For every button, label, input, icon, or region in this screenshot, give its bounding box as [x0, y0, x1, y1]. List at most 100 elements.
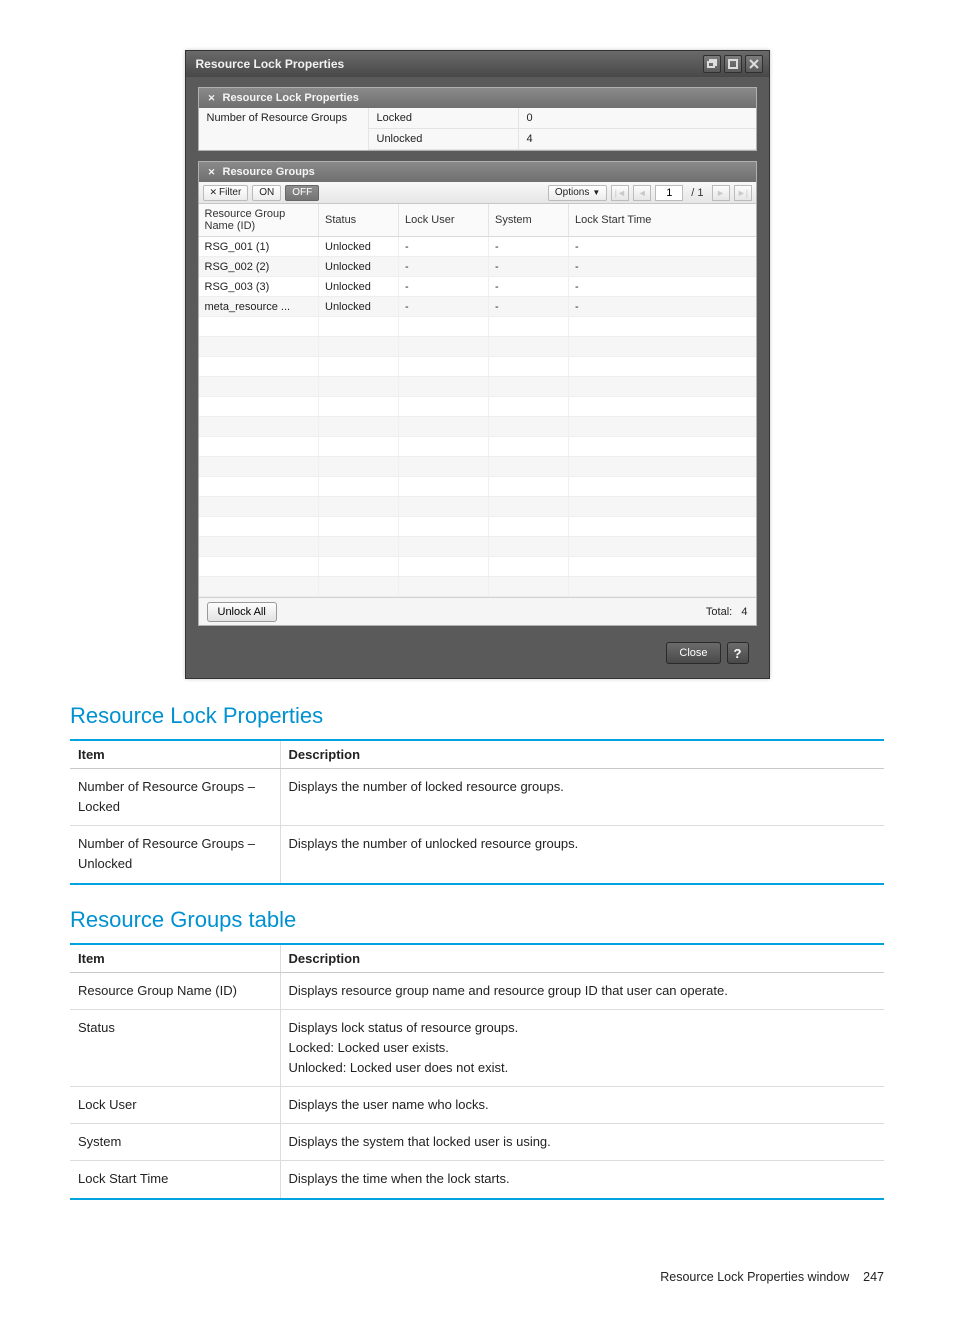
table-row[interactable]: RSG_001 (1)Unlocked--- — [199, 237, 756, 257]
page-next-button[interactable]: ► — [712, 185, 730, 201]
doc-row: SystemDisplays the system that locked us… — [70, 1124, 884, 1161]
filter-on-button[interactable]: ON — [252, 185, 281, 201]
window-body: ✕ Resource Lock Properties Number of Res… — [186, 77, 769, 678]
doc-desc: Displays the number of locked resource g… — [280, 769, 884, 826]
cell: RSG_001 (1) — [199, 237, 319, 257]
table-row-empty — [199, 397, 756, 417]
cell: - — [489, 237, 569, 257]
total-label: Total: — [706, 606, 732, 618]
cell: RSG_003 (3) — [199, 277, 319, 297]
doc-desc: Displays the time when the lock starts. — [280, 1161, 884, 1199]
cell: - — [399, 257, 489, 277]
page-first-button[interactable]: |◄ — [611, 185, 629, 201]
table-row[interactable]: RSG_003 (3)Unlocked--- — [199, 277, 756, 297]
cell — [199, 577, 319, 597]
cell — [569, 537, 756, 557]
doc-row: Lock UserDisplays the user name who lock… — [70, 1087, 884, 1124]
options-button[interactable]: Options ▼ — [548, 185, 607, 201]
cell — [399, 397, 489, 417]
cell — [489, 557, 569, 577]
locked-label: Locked — [369, 108, 519, 129]
cell — [489, 357, 569, 377]
col-system[interactable]: System — [489, 204, 569, 237]
col-resource-group-name[interactable]: Resource Group Name (ID) — [199, 204, 319, 237]
panel-header[interactable]: ✕ Resource Groups — [199, 162, 756, 182]
collapse-icon: ✕ — [205, 165, 219, 179]
cell: - — [569, 277, 756, 297]
cell — [399, 497, 489, 517]
chevron-down-icon: ▼ — [592, 188, 600, 197]
window-maximize-button[interactable] — [724, 55, 742, 73]
doc-item: Lock Start Time — [70, 1161, 280, 1199]
resource-groups-table: Resource Group Name (ID) Status Lock Use… — [199, 204, 756, 597]
col-lock-start-time[interactable]: Lock Start Time — [569, 204, 756, 237]
panel-title: Resource Groups — [223, 166, 315, 178]
cell: - — [399, 237, 489, 257]
table-row[interactable]: meta_resource ...Unlocked--- — [199, 297, 756, 317]
cell — [199, 457, 319, 477]
cell — [199, 517, 319, 537]
doc-row: StatusDisplays lock status of resource g… — [70, 1009, 884, 1086]
doc-col-item: Item — [70, 740, 280, 769]
footer-text: Resource Lock Properties window — [660, 1270, 849, 1284]
cell — [319, 377, 399, 397]
close-button[interactable]: Close — [666, 642, 720, 664]
cell — [199, 317, 319, 337]
cell: - — [569, 297, 756, 317]
unlocked-label: Unlocked — [369, 129, 519, 150]
doc-table-1: Item Description Number of Resource Grou… — [70, 739, 884, 885]
cell — [569, 497, 756, 517]
table-row-empty — [199, 417, 756, 437]
filter-off-button[interactable]: OFF — [285, 185, 319, 201]
doc-row: Number of Resource Groups – UnlockedDisp… — [70, 826, 884, 884]
cell — [399, 337, 489, 357]
cell — [399, 317, 489, 337]
doc-row: Resource Group Name (ID)Displays resourc… — [70, 972, 884, 1009]
cell — [489, 537, 569, 557]
window-restore-button[interactable] — [703, 55, 721, 73]
cell — [489, 397, 569, 417]
cell — [319, 577, 399, 597]
col-status[interactable]: Status — [319, 204, 399, 237]
cell — [319, 337, 399, 357]
cell — [569, 517, 756, 537]
cell — [319, 317, 399, 337]
titlebar: Resource Lock Properties — [186, 51, 769, 77]
table-row-empty — [199, 317, 756, 337]
unlock-all-button[interactable]: Unlock All — [207, 602, 277, 622]
collapse-icon: ✕ — [205, 91, 219, 105]
page-total: / 1 — [687, 187, 707, 199]
table-row-empty — [199, 517, 756, 537]
cell: - — [569, 257, 756, 277]
window-title: Resource Lock Properties — [196, 57, 345, 71]
cell — [399, 417, 489, 437]
cell — [199, 417, 319, 437]
page-last-button[interactable]: ►| — [734, 185, 752, 201]
cell — [399, 437, 489, 457]
page-sep: / — [691, 187, 694, 199]
cell — [199, 337, 319, 357]
doc-heading-2: Resource Groups table — [70, 907, 884, 933]
cell — [569, 437, 756, 457]
resource-lock-window: Resource Lock Properties ✕ Resource Lock… — [185, 50, 770, 679]
cell — [489, 437, 569, 457]
cell — [199, 497, 319, 517]
page-input[interactable] — [655, 185, 683, 201]
doc-desc: Displays the system that locked user is … — [280, 1124, 884, 1161]
col-lock-user[interactable]: Lock User — [399, 204, 489, 237]
cell — [489, 517, 569, 537]
cell — [199, 437, 319, 457]
filter-button[interactable]: ✕ Filter — [203, 185, 249, 201]
panel-header[interactable]: ✕ Resource Lock Properties — [199, 88, 756, 108]
page-prev-button[interactable]: ◄ — [633, 185, 651, 201]
cell: - — [569, 237, 756, 257]
cell: - — [399, 277, 489, 297]
info-label: Number of Resource Groups — [199, 108, 369, 150]
page-number: 247 — [863, 1270, 884, 1284]
window-close-button[interactable] — [745, 55, 763, 73]
cell — [319, 537, 399, 557]
help-button[interactable]: ? — [727, 642, 749, 664]
table-row-empty — [199, 497, 756, 517]
doc-col-item: Item — [70, 944, 280, 973]
table-row[interactable]: RSG_002 (2)Unlocked--- — [199, 257, 756, 277]
